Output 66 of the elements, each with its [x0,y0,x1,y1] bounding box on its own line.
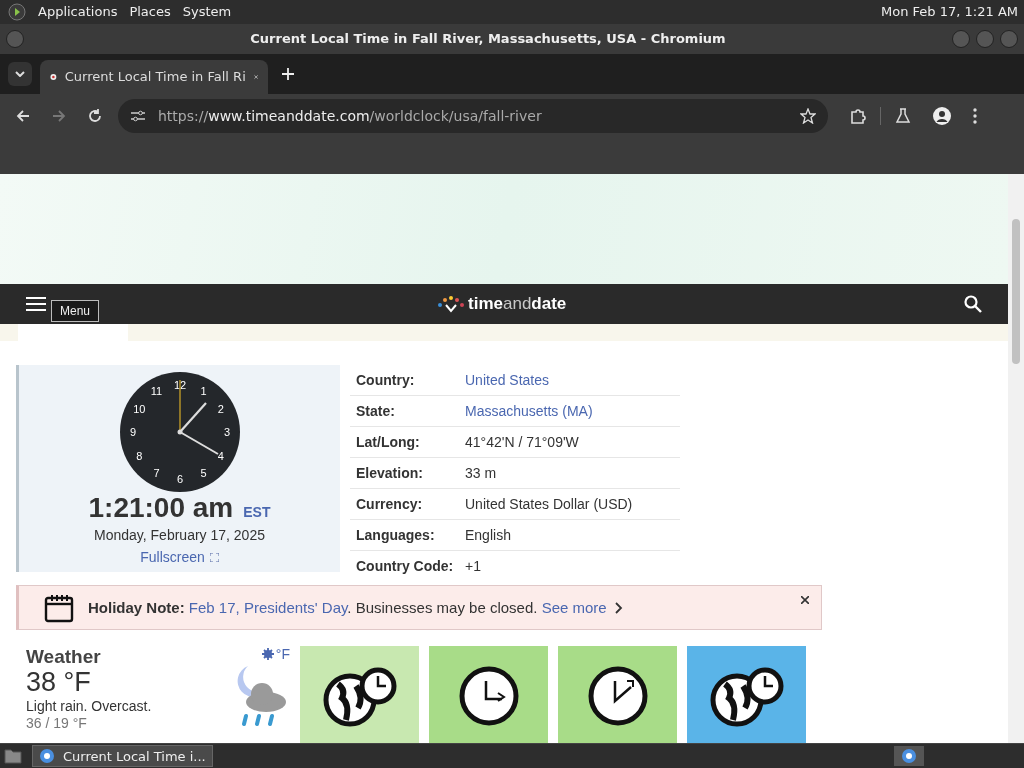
info-label: State: [356,403,396,420]
profile-icon[interactable] [933,106,951,125]
current-time: 1:21:00 am [88,492,234,525]
panel-menu[interactable]: System [182,4,232,20]
address-bar[interactable]: https://www.timeanddate.com/worldclock/usa/fall-river [118,98,828,133]
weather-condition: Light rain. Overcast. [26,697,152,714]
forward-icon[interactable] [52,108,66,123]
back-icon[interactable] [16,108,30,123]
info-label: Lat/Long: [356,434,421,451]
info-label: Currency: [356,496,424,513]
more-menu-icon[interactable] [973,107,977,124]
browser-tab[interactable]: Current Local Time in Fall Ri [40,59,268,94]
info-value: 41°42'N / 71°09'W [465,434,579,451]
flask-icon[interactable] [895,107,911,124]
info-value: +1 [465,558,481,575]
temperature-range: 36 / 19 °F [26,714,88,731]
distro-logo-icon[interactable] [8,2,26,21]
chevron-right-icon[interactable] [614,601,623,614]
tab-list-button[interactable] [8,61,32,86]
scrollbar[interactable] [1008,174,1024,744]
info-value: 33 m [465,465,497,482]
close-icon[interactable] [801,596,809,605]
window-title: Current Local Time in Fall River, Massachusetts, USA - Chromium [249,31,727,47]
menu-tooltip: Menu [51,300,100,323]
info-label: Country Code: [356,558,455,575]
unit-setting-link[interactable]: °F [261,646,290,663]
info-value: English [465,527,511,544]
weather-title: Weather [26,646,102,669]
browser-tray-icon[interactable] [894,746,924,767]
info-link[interactable]: United States [465,372,550,389]
folder-icon[interactable] [4,748,22,765]
fullscreen-icon [209,552,219,562]
calendar-icon [44,592,74,623]
info-label: Elevation: [356,465,424,482]
holiday-note-text: Holiday Note: Feb 17, Presidents' Day. Businesses may be closed. See more [88,599,607,617]
site-settings-icon[interactable] [130,108,146,123]
panel-clock[interactable]: Mon Feb 17, 1:21 AM [881,4,1018,20]
feature-tile[interactable] [429,646,548,744]
temperature: 38 °F [26,668,92,698]
bookmark-star-icon[interactable] [800,107,816,124]
extensions-icon[interactable] [850,107,866,124]
gear-icon [261,648,274,661]
feature-tile[interactable] [558,646,677,744]
clock-icon [457,665,520,728]
feature-tile[interactable] [300,646,419,744]
menu-icon[interactable] [26,296,46,313]
chevron-down-icon [15,70,25,77]
site-logo[interactable]: timeanddate [436,294,567,315]
info-label: Country: [356,372,416,389]
info-value: United States Dollar (USD) [465,496,633,513]
analog-clock-drawing: 12 1 2 3 4 5 6 7 8 9 10 11 [119,372,240,493]
panel-menu[interactable]: Places [129,4,171,20]
info-label: Languages: [356,527,436,544]
search-icon[interactable] [964,295,982,314]
new-tab-icon[interactable] [282,67,294,80]
clock-icon [586,665,649,728]
see-more-link[interactable]: See more [541,599,607,617]
reload-icon[interactable] [88,108,102,123]
taskbar-window-button[interactable]: Current Local Time i... [32,745,213,768]
time-zone-link[interactable]: EST [243,504,271,521]
browser-icon [39,748,55,765]
panel-menu[interactable]: Applications [38,4,118,20]
current-date: Monday, February 17, 2025 [94,527,265,544]
feature-tile[interactable] [687,646,806,744]
info-link[interactable]: Massachusetts (MA) [465,403,593,420]
fullscreen-link[interactable]: Fullscreen [140,549,219,566]
